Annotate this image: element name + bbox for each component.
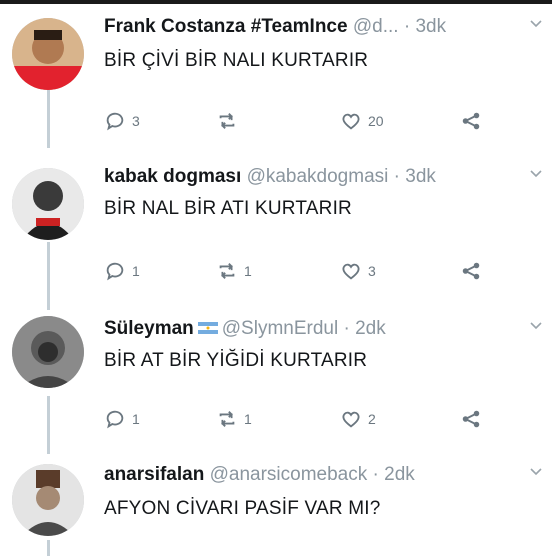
user-handle[interactable]: @d... [353, 16, 399, 37]
display-name[interactable]: kabak dogması [104, 166, 241, 187]
like-button[interactable]: 3 [340, 258, 376, 284]
reply-count: 3 [132, 113, 140, 129]
chevron-down-icon[interactable] [530, 168, 542, 180]
tweet-text: AFYON CİVARI PASİF VAR MI? [104, 498, 381, 519]
top-border [0, 0, 552, 4]
retweet-icon [219, 263, 235, 279]
avatar[interactable] [12, 168, 84, 240]
reply-icon [106, 262, 124, 281]
tweet[interactable]: Süleyman @SlymnErdul · 2dk BİR AT BİR YİĞ… [0, 312, 552, 457]
retweet-icon [219, 411, 235, 427]
chevron-down-icon[interactable] [530, 320, 542, 332]
tweet-actions: 3 20 [104, 108, 524, 134]
share-button[interactable] [460, 258, 482, 284]
tweet[interactable]: Frank Costanza #TeamInce @d... · 3dk BİR… [0, 10, 552, 150]
like-button[interactable]: 20 [340, 108, 384, 134]
share-icon [462, 112, 480, 130]
tweet-text: BİR AT BİR YİĞİDİ KURTARIR [104, 350, 368, 371]
tweet-text: BİR ÇİVİ BİR NALI KURTARIR [104, 50, 369, 71]
reply-icon [106, 112, 124, 131]
chevron-down-icon[interactable] [530, 18, 542, 30]
tweet[interactable]: anarsifalan @anarsicomeback · 2dk AFYON … [0, 458, 552, 556]
retweet-count: 1 [244, 263, 252, 279]
timestamp[interactable]: · 2dk [343, 318, 385, 339]
share-button[interactable] [460, 406, 482, 432]
user-handle[interactable]: @SlymnErdul [222, 318, 338, 339]
share-icon [462, 410, 480, 428]
like-button[interactable]: 2 [340, 406, 376, 432]
tweet-header: Frank Costanza #TeamInce @d... · 3dk [104, 16, 446, 38]
reply-icon [106, 410, 124, 429]
timestamp[interactable]: · 3dk [394, 166, 436, 187]
share-icon [462, 262, 480, 280]
chevron-down-icon[interactable] [530, 466, 542, 478]
display-name[interactable]: anarsifalan [104, 464, 204, 485]
tweet-header: Süleyman @SlymnErdul · 2dk [104, 318, 386, 340]
tweet[interactable]: kabak dogması @kabakdogmasi · 3dk BİR NA… [0, 160, 552, 310]
tweet-header: kabak dogması @kabakdogmasi · 3dk [104, 166, 436, 188]
reply-button[interactable]: 3 [104, 108, 140, 134]
heart-icon [342, 113, 360, 130]
heart-icon [342, 411, 360, 428]
like-count: 2 [368, 411, 376, 427]
display-name[interactable]: Frank Costanza #TeamInce [104, 16, 348, 37]
reply-count: 1 [132, 263, 140, 279]
reply-button[interactable]: 1 [104, 258, 140, 284]
avatar[interactable] [12, 316, 84, 388]
share-button[interactable] [460, 108, 482, 134]
tweet-header: anarsifalan @anarsicomeback · 2dk [104, 464, 415, 486]
retweet-button[interactable]: 1 [216, 406, 252, 432]
user-handle[interactable]: @kabakdogmasi [247, 166, 389, 187]
like-count: 3 [368, 263, 376, 279]
heart-icon [342, 263, 360, 280]
retweet-icon [219, 113, 235, 129]
retweet-button[interactable]: 1 [216, 258, 252, 284]
avatar[interactable] [12, 464, 84, 536]
avatar[interactable] [12, 18, 84, 90]
user-handle[interactable]: @anarsicomeback [210, 464, 368, 485]
reply-button[interactable]: 1 [104, 406, 140, 432]
tweet-actions: 1 1 2 [104, 406, 524, 432]
like-count: 20 [368, 113, 384, 129]
timestamp[interactable]: · 2dk [373, 464, 415, 485]
tweet-actions: 1 1 3 [104, 258, 524, 284]
reply-count: 1 [132, 411, 140, 427]
timestamp[interactable]: · 3dk [404, 16, 446, 37]
retweet-count: 1 [244, 411, 252, 427]
tweet-text: BİR NAL BİR ATI KURTARIR [104, 198, 352, 219]
retweet-button[interactable] [216, 108, 244, 134]
flag-icon [197, 321, 218, 334]
display-name[interactable]: Süleyman [104, 318, 194, 339]
